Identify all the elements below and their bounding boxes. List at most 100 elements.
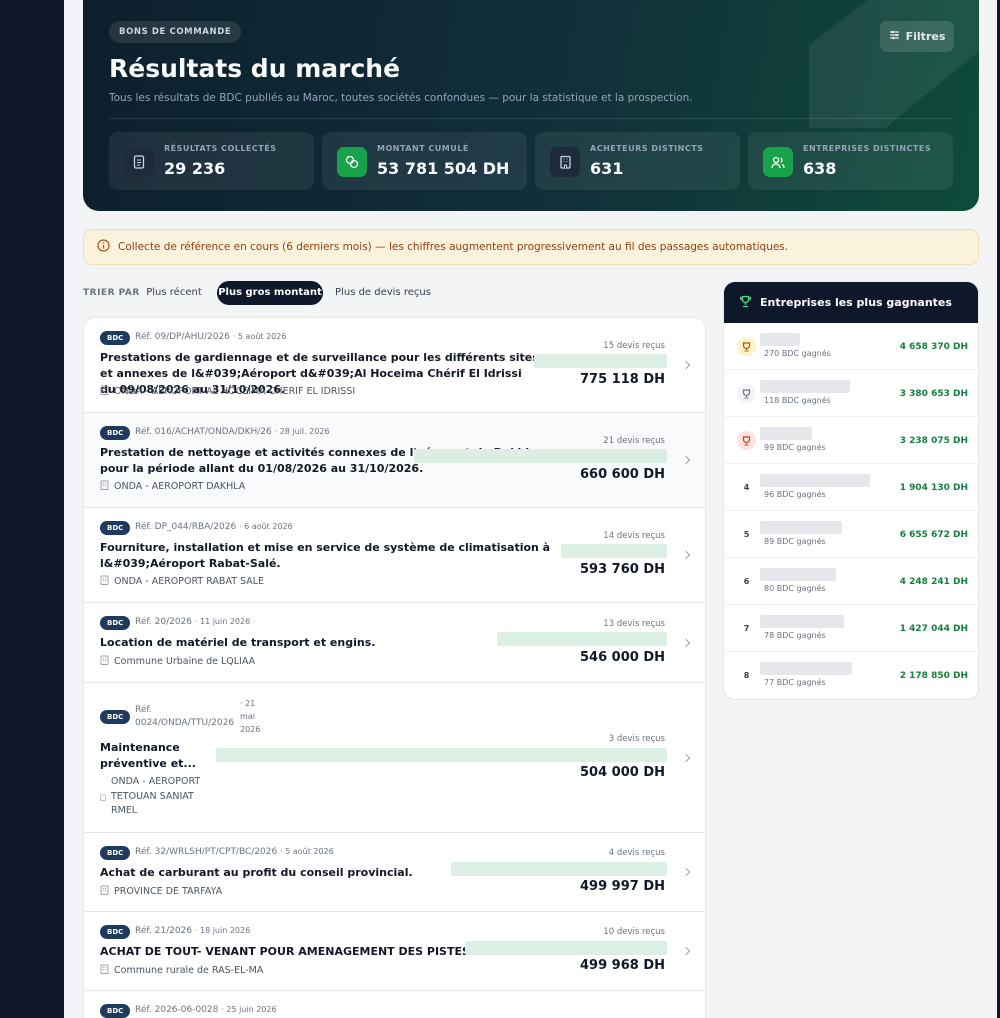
winner-row[interactable]: 8 77 BDC gagnés 2 178 850 DH	[724, 652, 978, 699]
quotes-bar	[534, 354, 667, 368]
winner-row[interactable]: 99 BDC gagnés 3 238 075 DH	[724, 417, 978, 464]
result-row[interactable]: BDC Réf. 20/2026 · 11 juin 2026 Location…	[84, 603, 705, 683]
building-icon	[100, 655, 109, 668]
result-amount: 499 997 DH	[580, 879, 665, 894]
stat-label: RÉSULTATS COLLECTÉS	[164, 144, 277, 153]
building-icon	[100, 793, 106, 804]
result-buyer: ONDA - AEROPORT RABAT SALE	[100, 575, 264, 588]
company-name-redacted	[760, 521, 842, 534]
company-name-redacted	[760, 333, 800, 346]
win-count: 77 BDC gagnés	[764, 678, 826, 687]
win-count: 80 BDC gagnés	[764, 584, 826, 593]
stat-label: ACHETEURS DISTINCTS	[590, 144, 704, 153]
top-winners-panel: Entreprises les plus gagnantes 270 BDC g…	[723, 281, 979, 700]
page-title: Résultats du marché	[109, 54, 401, 83]
chevron-right-icon[interactable]	[681, 638, 691, 648]
results-list: BDC Réf. 09/DP/AHU/2026 · 5 août 2026 Pr…	[83, 317, 706, 1018]
result-row[interactable]: BDC Réf. 09/DP/AHU/2026 · 5 août 2026 Pr…	[84, 318, 705, 413]
quotes-bar	[414, 449, 667, 463]
quotes-bar	[561, 544, 667, 558]
hero-decoration	[809, 0, 979, 128]
result-amount: 546 000 DH	[580, 650, 665, 665]
win-count: 78 BDC gagnés	[764, 631, 826, 640]
result-title: Maintenance préventive et...	[100, 741, 196, 770]
win-count: 99 BDC gagnés	[764, 443, 826, 452]
company-name-redacted	[760, 615, 844, 628]
company-name-redacted	[760, 662, 852, 675]
stat-buyers: ACHETEURS DISTINCTS 631	[535, 132, 740, 190]
building-icon	[100, 964, 109, 977]
result-row[interactable]: BDC Réf. 0024/ONDA/TTU/2026 · 21 mai 202…	[84, 683, 705, 833]
result-row[interactable]: BDC Réf. 2026-06-0028 · 25 juin 2026	[84, 991, 705, 1018]
bdc-chip: BDC	[100, 925, 131, 939]
win-amount: 4 248 241 DH	[899, 577, 968, 587]
result-buyer: ONDA - AEROPORT TETOUAN SANIAT RMEL	[100, 775, 201, 819]
result-amount: 504 000 DH	[580, 765, 665, 780]
result-title: Location de matériel de transport et eng…	[100, 636, 376, 649]
building-icon	[550, 147, 580, 177]
hero-divider	[109, 118, 954, 119]
stat-amount: MONTANT CUMULÉ 53 781 504 DH	[322, 132, 527, 190]
gold-medal-icon	[737, 337, 756, 356]
bdc-chip: BDC	[100, 710, 131, 724]
result-title: Fourniture, installation et mise en serv…	[100, 541, 551, 570]
chevron-right-icon[interactable]	[681, 867, 691, 877]
chevron-right-icon[interactable]	[681, 360, 691, 370]
result-ref: Réf. 21/2026 · 18 juin 2026	[135, 926, 251, 936]
quotes-count: 15 devis reçus	[603, 341, 665, 351]
quotes-bar	[451, 862, 667, 876]
win-count: 89 BDC gagnés	[764, 537, 826, 546]
result-buyer: Commune rurale de RAS-EL-MA	[100, 964, 263, 977]
chevron-right-icon[interactable]	[681, 455, 691, 465]
bdc-chip: BDC	[100, 1004, 131, 1018]
rank-number: 7	[743, 624, 750, 633]
filters-button[interactable]: Filtres	[880, 21, 954, 52]
chevron-right-icon[interactable]	[681, 550, 691, 560]
document-icon	[124, 147, 154, 177]
bdc-chip: BDC	[100, 846, 131, 860]
winner-row[interactable]: 7 78 BDC gagnés 1 427 044 DH	[724, 605, 978, 652]
main-content: BONS DE COMMANDE Filtres Résultats du ma…	[64, 0, 997, 1018]
result-row[interactable]: BDC Réf. 21/2026 · 18 juin 2026 ACHAT DE…	[84, 912, 705, 991]
quotes-count: 21 devis reçus	[603, 436, 665, 446]
winner-row[interactable]: 118 BDC gagnés 3 380 653 DH	[724, 370, 978, 417]
winner-row[interactable]: 4 96 BDC gagnés 1 904 130 DH	[724, 464, 978, 511]
result-row[interactable]: BDC Réf. 016/ACHAT/ONDA/DKH/26 · 28 juil…	[84, 413, 705, 508]
chevron-right-icon[interactable]	[681, 946, 691, 956]
bdc-chip: BDC	[100, 521, 131, 535]
company-name-redacted	[760, 568, 836, 581]
sliders-icon	[889, 30, 900, 43]
quotes-bar	[497, 632, 667, 646]
sort-quotes-tab[interactable]: Plus de devis reçus	[329, 281, 437, 305]
result-buyer: PROVINCE DE TARFAYA	[100, 885, 222, 898]
sort-amount-tab[interactable]: Plus gros montant	[217, 281, 323, 305]
result-row[interactable]: BDC Réf. 32/WRLSH/PT/CPT/BC/2026 · 5 aoû…	[84, 833, 705, 912]
coins-icon	[337, 147, 367, 177]
result-amount: 660 600 DH	[580, 467, 665, 482]
win-amount: 1 904 130 DH	[899, 483, 968, 493]
winner-row[interactable]: 270 BDC gagnés 4 658 370 DH	[724, 323, 978, 370]
result-row[interactable]: BDC Réf. DP_044/RBA/2026 · 6 août 2026 F…	[84, 508, 705, 603]
sort-recent-tab[interactable]: Plus récent	[136, 281, 212, 305]
building-icon	[100, 885, 109, 898]
company-name-redacted	[760, 474, 870, 487]
bdc-chip: BDC	[100, 616, 131, 630]
building-icon	[100, 480, 109, 493]
winner-row[interactable]: 5 89 BDC gagnés 6 655 672 DH	[724, 511, 978, 558]
stat-label: MONTANT CUMULÉ	[377, 144, 469, 153]
rank-number: 4	[743, 483, 750, 492]
notice-text: Collecte de référence en cours (6 dernie…	[118, 241, 789, 253]
result-date: · 21 mai 2026	[240, 699, 261, 734]
chevron-right-icon[interactable]	[681, 753, 691, 763]
win-amount: 2 178 850 DH	[899, 671, 968, 681]
win-amount: 3 380 653 DH	[899, 389, 968, 399]
result-ref: Réf. 2026-06-0028 · 25 juin 2026	[135, 1005, 277, 1015]
bronze-medal-icon	[737, 431, 756, 450]
win-count: 96 BDC gagnés	[764, 490, 826, 499]
win-count: 270 BDC gagnés	[764, 349, 831, 358]
quotes-count: 10 devis reçus	[603, 927, 665, 937]
winners-header: Entreprises les plus gagnantes	[724, 282, 978, 323]
result-buyer: ONDA - AEROPORT AL HOCEIMA CHERIF EL IDR…	[100, 385, 355, 398]
bdc-chip: BDC	[100, 426, 131, 440]
winner-row[interactable]: 6 80 BDC gagnés 4 248 241 DH	[724, 558, 978, 605]
